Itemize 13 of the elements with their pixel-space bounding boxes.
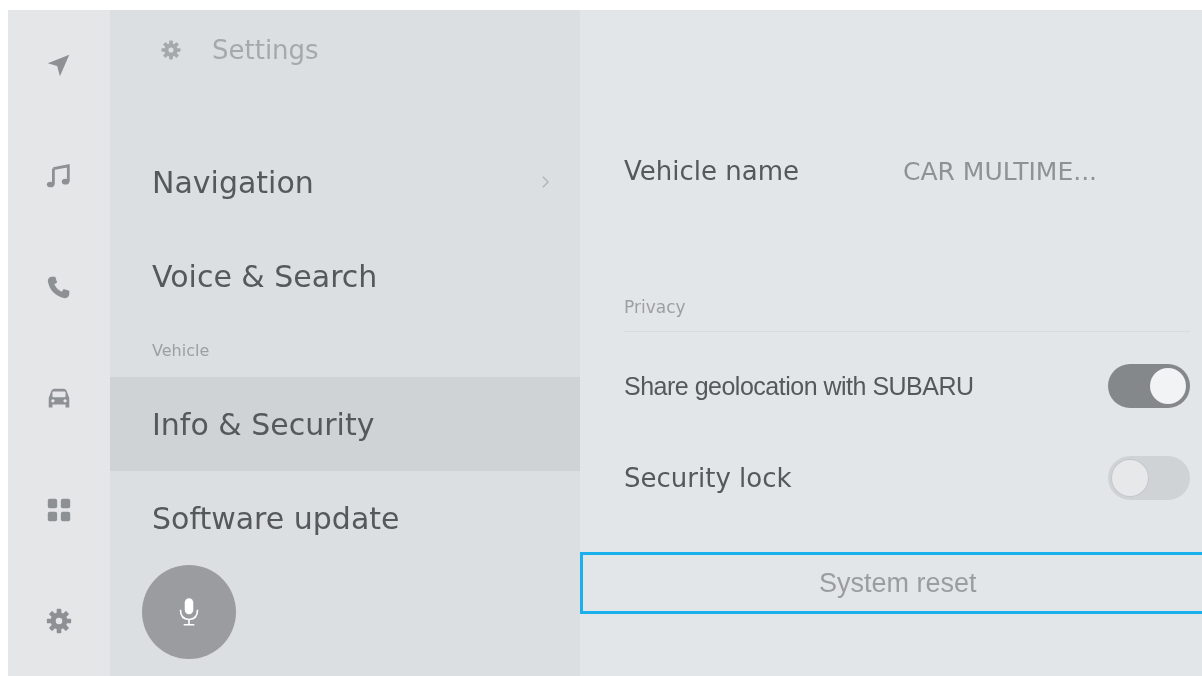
- menu-item[interactable]: Navigation: [110, 135, 580, 229]
- toggle-switch[interactable]: [1108, 364, 1190, 408]
- toggle-switch[interactable]: [1108, 456, 1190, 500]
- setting-label: Share geolocation with SUBARU: [624, 371, 974, 401]
- section-heading: Vehicle: [152, 340, 210, 360]
- menu-item[interactable]: Info & Security: [110, 377, 580, 471]
- settings-icon: [160, 39, 182, 61]
- setting-label: Vehicle name: [624, 156, 799, 186]
- setting-label: Security lock: [624, 463, 792, 493]
- menu-item[interactable]: Software update: [110, 471, 580, 565]
- menu-item[interactable]: Voice & Search: [110, 229, 580, 323]
- section-heading: Privacy: [624, 297, 686, 317]
- settings-icon[interactable]: [45, 606, 73, 635]
